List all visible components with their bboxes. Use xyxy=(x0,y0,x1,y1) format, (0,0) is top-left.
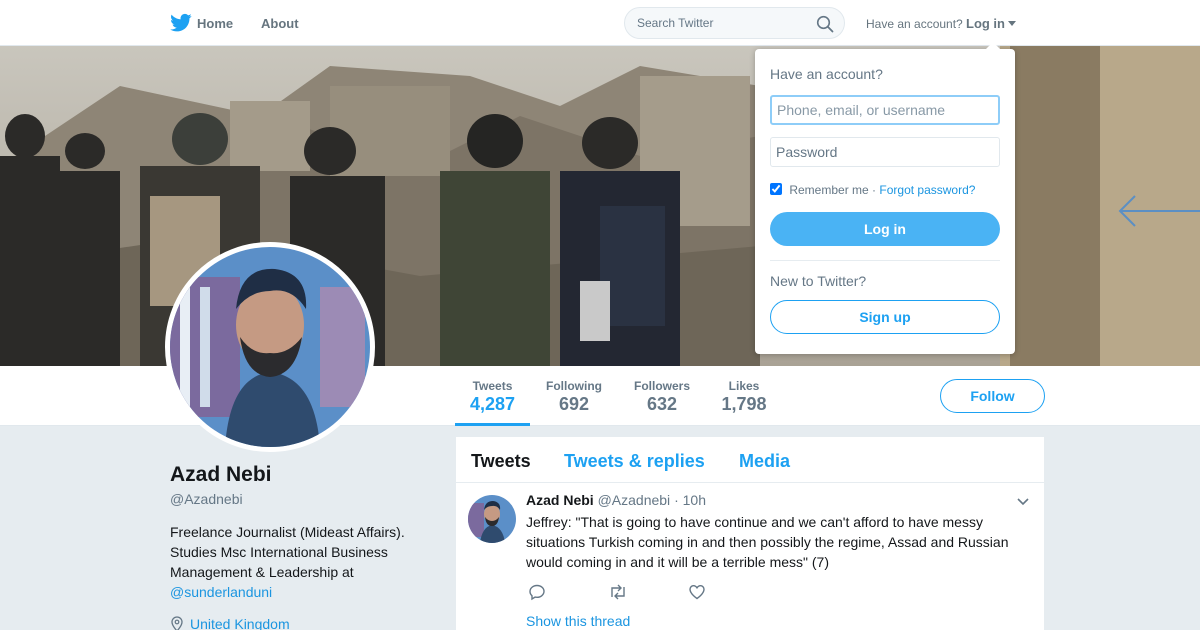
tweet-author-name[interactable]: Azad Nebi xyxy=(526,492,594,508)
like-icon[interactable] xyxy=(688,583,706,606)
search-input[interactable] xyxy=(637,16,807,30)
tweet-author-handle[interactable]: @Azadnebi xyxy=(598,492,671,508)
profile-name[interactable]: Azad Nebi xyxy=(170,463,272,487)
bio-text: Freelance Journalist (Mideast Affairs). … xyxy=(170,524,405,580)
tweet-text: Jeffrey: "That is going to have continue… xyxy=(526,514,1009,570)
stat-value: 4,287 xyxy=(469,394,516,414)
login-toggle-label: Log in xyxy=(966,16,1005,31)
tweet-separator: · xyxy=(674,492,679,508)
stat-likes[interactable]: Likes 1,798 xyxy=(716,366,772,426)
top-nav: Home About Have an account? Log in xyxy=(0,0,1200,46)
remember-separator: · xyxy=(872,183,877,197)
search-icon[interactable] xyxy=(816,15,834,33)
timeline: Tweets Tweets & replies Media Azad Nebi … xyxy=(456,437,1044,630)
bio-link-sunderlanduni[interactable]: @sunderlanduni xyxy=(170,584,272,600)
retweet-icon[interactable] xyxy=(608,583,628,606)
username-field[interactable] xyxy=(770,95,1000,125)
stat-followers[interactable]: Followers 632 xyxy=(628,366,696,426)
tab-tweets[interactable]: Tweets xyxy=(471,451,531,472)
password-field[interactable] xyxy=(770,137,1000,167)
tab-media[interactable]: Media xyxy=(739,451,790,472)
search-box xyxy=(624,7,845,39)
timeline-tabs: Tweets Tweets & replies Media xyxy=(456,437,1044,483)
tweet-actions xyxy=(526,583,726,603)
avatar-photo xyxy=(170,247,370,447)
location-pin-icon xyxy=(171,616,183,630)
stat-tweets[interactable]: Tweets 4,287 xyxy=(455,366,530,426)
stat-label: Following xyxy=(546,379,602,393)
twitter-bird-icon[interactable] xyxy=(170,13,192,33)
remember-me-checkbox[interactable] xyxy=(770,183,782,195)
stat-label: Tweets xyxy=(472,379,513,393)
remember-row: Remember me · Forgot password? xyxy=(770,183,975,197)
follow-button[interactable]: Follow xyxy=(940,379,1045,413)
remember-me-label[interactable]: Remember me xyxy=(789,183,868,197)
tweet-avatar-photo xyxy=(468,495,516,543)
forgot-password-link[interactable]: Forgot password? xyxy=(879,183,975,197)
stat-label: Followers xyxy=(633,379,690,393)
tweet-avatar[interactable] xyxy=(468,495,516,543)
stat-value: 1,798 xyxy=(721,394,767,414)
stat-value: 632 xyxy=(646,394,678,414)
tweet-timestamp[interactable]: 10h xyxy=(683,492,706,508)
reply-icon[interactable] xyxy=(528,583,546,606)
login-dropdown: Have an account? Remember me · Forgot pa… xyxy=(755,42,1015,354)
caret-down-icon xyxy=(1008,21,1016,26)
login-dropdown-title: Have an account? xyxy=(770,66,883,82)
profile-location[interactable]: United Kingdom xyxy=(170,616,290,630)
chevron-down-icon[interactable] xyxy=(1016,497,1030,507)
profile-avatar[interactable] xyxy=(165,242,375,452)
login-button[interactable]: Log in xyxy=(770,212,1000,246)
nav-home-link[interactable]: Home xyxy=(197,16,233,31)
tab-tweets-replies[interactable]: Tweets & replies xyxy=(564,451,705,472)
new-to-twitter-text: New to Twitter? xyxy=(770,273,867,289)
tweet-item[interactable]: Azad Nebi @Azadnebi · 10h Jeffrey: "That… xyxy=(456,483,1044,630)
dropdown-divider xyxy=(770,260,1000,261)
signup-button[interactable]: Sign up xyxy=(770,300,1000,334)
stat-value: 692 xyxy=(558,394,590,414)
have-account-text: Have an account? xyxy=(866,17,963,31)
profile-bio: Freelance Journalist (Mideast Affairs). … xyxy=(170,522,430,602)
show-thread-link[interactable]: Show this thread xyxy=(526,613,630,629)
tweet-header: Azad Nebi @Azadnebi · 10h xyxy=(526,492,706,508)
stat-label: Likes xyxy=(728,379,760,393)
location-text: United Kingdom xyxy=(190,616,290,630)
login-dropdown-toggle[interactable]: Log in xyxy=(966,16,1016,31)
nav-about-link[interactable]: About xyxy=(261,16,299,31)
stat-following[interactable]: Following 692 xyxy=(540,366,608,426)
profile-handle[interactable]: @Azadnebi xyxy=(170,491,243,507)
